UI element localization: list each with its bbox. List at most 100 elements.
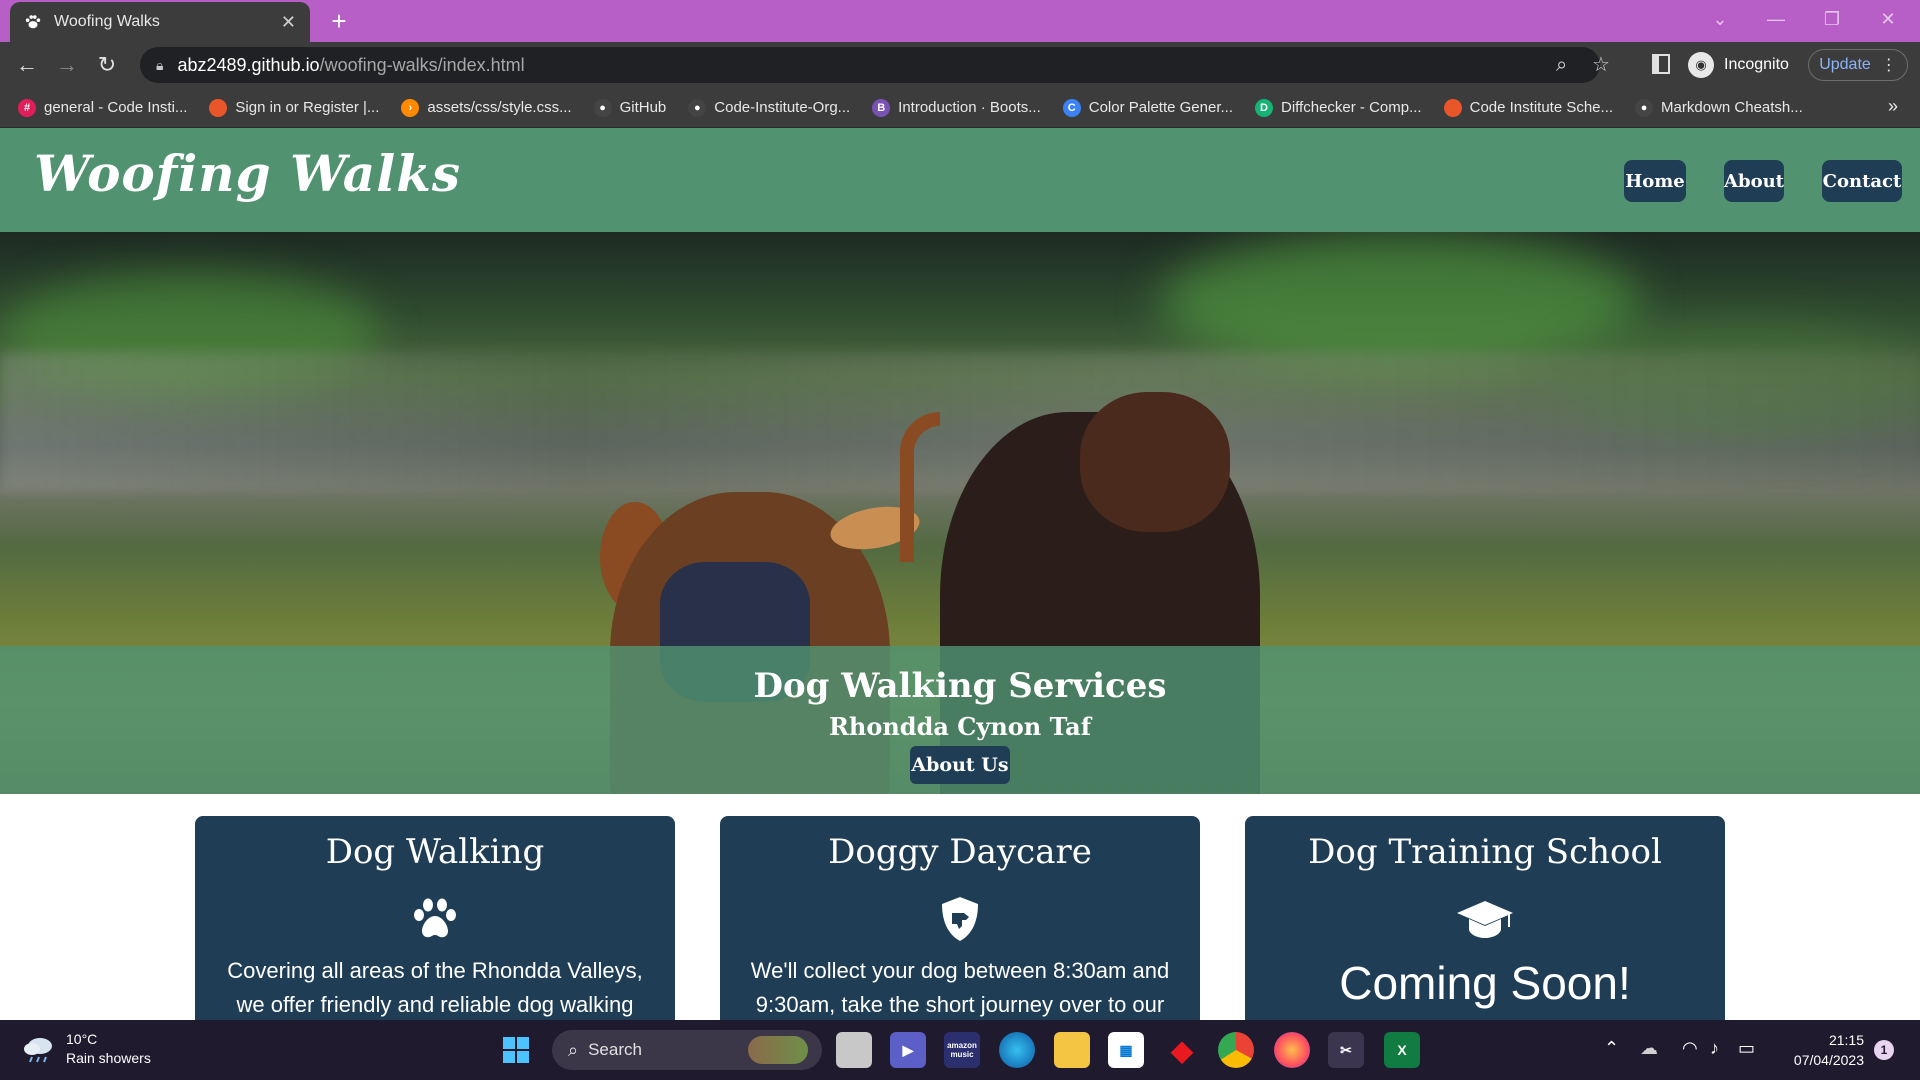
diffchecker-icon: D <box>1255 98 1273 117</box>
tab-close-icon[interactable]: ✕ <box>281 12 296 33</box>
bookmark-item[interactable]: › assets/css/style.css... <box>401 98 572 117</box>
paw-icon <box>410 894 460 944</box>
nav-home-link[interactable]: Home <box>1624 160 1686 202</box>
bookmark-label: assets/css/style.css... <box>427 99 572 116</box>
forward-icon[interactable]: → <box>52 50 82 80</box>
taskbar-search[interactable]: ⌕ Search <box>552 1030 822 1070</box>
bookmark-item[interactable]: ● Markdown Cheatsh... <box>1635 98 1803 117</box>
wifi-icon[interactable]: ◠ <box>1682 1038 1698 1059</box>
address-bar[interactable]: 🔒︎ abz2489.github.io/woofing-walks/index… <box>140 47 1610 83</box>
new-tab-button[interactable]: + <box>324 6 354 36</box>
bookmark-item[interactable]: # general - Code Insti... <box>18 98 188 117</box>
restore-icon[interactable]: ❐ <box>1812 4 1852 34</box>
nav-contact-link[interactable]: Contact <box>1822 160 1902 202</box>
browser-toolbar: ← → ↻ 🔒︎ abz2489.github.io/woofing-walks… <box>0 42 1920 88</box>
about-us-button[interactable]: About Us <box>910 746 1010 784</box>
minimize-icon[interactable]: — <box>1756 4 1796 34</box>
browser-tabstrip: Woofing Walks ✕ + ⌄ — ❐ ✕ <box>0 0 1920 42</box>
weather-desc: Rain showers <box>66 1050 151 1066</box>
incognito-label: Incognito <box>1724 56 1789 73</box>
bookmark-item[interactable]: ● GitHub <box>593 98 667 117</box>
bookmark-label: Color Palette Gener... <box>1088 99 1233 116</box>
side-panel-icon[interactable] <box>1652 54 1670 74</box>
url-host: abz2489.github.io <box>177 54 320 75</box>
url-path: /woofing-walks/index.html <box>319 54 525 75</box>
service-card-dog-walking: Dog Walking Covering all areas of the Rh… <box>195 816 675 1036</box>
coolors-icon: C <box>1062 98 1081 117</box>
bookmark-label: Sign in or Register |... <box>235 99 380 116</box>
bookmark-item[interactable]: Code Institute Sche... <box>1443 98 1613 117</box>
excel-icon[interactable]: X <box>1384 1032 1420 1068</box>
shield-dog-icon <box>935 894 985 944</box>
chrome-icon[interactable] <box>1218 1032 1254 1068</box>
search-icon: ⌕ <box>568 1039 579 1060</box>
back-icon[interactable]: ← <box>12 50 42 80</box>
menu-kebab-icon[interactable]: ⋮ <box>1881 55 1897 75</box>
bootstrap-icon: B <box>872 98 891 117</box>
site-logo[interactable]: Woofing Walks <box>34 144 461 203</box>
incognito-profile[interactable]: ◉ Incognito <box>1688 51 1789 79</box>
clock-time: 21:15 <box>1828 1032 1864 1048</box>
zoom-icon[interactable]: ⌕ <box>1556 47 1567 83</box>
nav-about-link[interactable]: About <box>1724 160 1784 202</box>
microsoft-store-icon[interactable]: ▦ <box>1108 1032 1144 1068</box>
bookmark-item[interactable]: Sign in or Register |... <box>209 98 380 117</box>
browser-tab[interactable]: Woofing Walks ✕ <box>10 2 310 42</box>
reload-icon[interactable]: ↻ <box>92 50 122 80</box>
slack-icon: # <box>18 98 36 117</box>
bookmark-item[interactable]: B Introduction · Boots... <box>872 98 1041 117</box>
circle-icon <box>1443 98 1462 117</box>
task-view-icon[interactable] <box>836 1032 872 1068</box>
dog-right-tail <box>900 412 940 562</box>
volume-icon[interactable]: ♪ <box>1710 1038 1719 1059</box>
github-icon: ● <box>1635 98 1654 117</box>
bookmark-label: Introduction · Boots... <box>898 99 1041 116</box>
bookmark-label: Diffchecker - Comp... <box>1281 99 1422 116</box>
card-text: Covering all areas of the Rhondda Valley… <box>227 958 643 1017</box>
close-window-icon[interactable]: ✕ <box>1868 4 1908 34</box>
snipping-tool-icon[interactable]: ✂ <box>1328 1032 1364 1068</box>
battery-icon[interactable]: ▭ <box>1738 1038 1755 1059</box>
dog-right-head <box>1080 392 1230 532</box>
bookmark-label: Markdown Cheatsh... <box>1661 99 1803 116</box>
mcafee-icon[interactable]: ◆ <box>1164 1032 1200 1068</box>
file-explorer-icon[interactable] <box>1054 1032 1090 1068</box>
tab-title: Woofing Walks <box>54 13 160 30</box>
clock-date: 07/04/2023 <box>1793 1052 1864 1068</box>
firefox-icon[interactable] <box>1274 1032 1310 1068</box>
graduation-cap-icon <box>1455 894 1515 944</box>
hero-banner: Dog Walking Services Rhondda Cynon Taf A… <box>0 646 1920 794</box>
windows-start-icon[interactable] <box>498 1032 534 1068</box>
weather-widget[interactable]: 10°C Rain showers <box>22 1030 151 1068</box>
hero-image: Dog Walking Services Rhondda Cynon Taf A… <box>0 232 1920 794</box>
bookmark-label: general - Code Insti... <box>44 99 188 116</box>
paw-favicon-icon <box>24 13 42 31</box>
lock-icon[interactable]: 🔒︎ <box>156 57 163 74</box>
bookmark-label: GitHub <box>619 99 667 116</box>
service-card-dog-training: Dog Training School Coming Soon! <box>1245 816 1725 1036</box>
search-highlight-icon <box>748 1036 808 1064</box>
update-label: Update <box>1819 56 1871 73</box>
circle-icon <box>209 98 228 117</box>
bookmark-star-icon[interactable]: ☆ <box>1592 47 1610 83</box>
taskbar-clock[interactable]: 21:15 07/04/2023 <box>1780 1030 1864 1070</box>
tray-overflow-icon[interactable]: ⌃ <box>1604 1038 1619 1059</box>
update-button[interactable]: Update ⋮ <box>1808 49 1908 81</box>
card-text: We'll collect your dog between 8:30am an… <box>750 958 1170 1017</box>
onedrive-icon[interactable]: ☁ <box>1640 1038 1658 1059</box>
notification-badge[interactable]: 1 <box>1874 1040 1894 1060</box>
weather-temp: 10°C <box>66 1031 98 1047</box>
hero-title: Dog Walking Services <box>753 666 1167 706</box>
card-title: Dog Training School <box>1308 832 1662 872</box>
tab-search-chevron-icon[interactable]: ⌄ <box>1700 4 1740 34</box>
amazon-music-icon[interactable]: amazon music <box>944 1032 980 1068</box>
gitpod-icon: › <box>401 98 420 117</box>
edge-icon[interactable] <box>999 1032 1035 1068</box>
bookmark-item[interactable]: ● Code-Institute-Org... <box>688 98 850 117</box>
bookmarks-overflow-icon[interactable]: » <box>1888 96 1898 117</box>
teams-chat-icon[interactable]: ▶ <box>890 1032 926 1068</box>
bookmark-item[interactable]: D Diffchecker - Comp... <box>1255 98 1422 117</box>
bookmark-item[interactable]: C Color Palette Gener... <box>1062 98 1233 117</box>
service-card-doggy-daycare: Doggy Daycare We'll collect your dog bet… <box>720 816 1200 1036</box>
services-section: Dog Walking Covering all areas of the Rh… <box>0 794 1920 1036</box>
